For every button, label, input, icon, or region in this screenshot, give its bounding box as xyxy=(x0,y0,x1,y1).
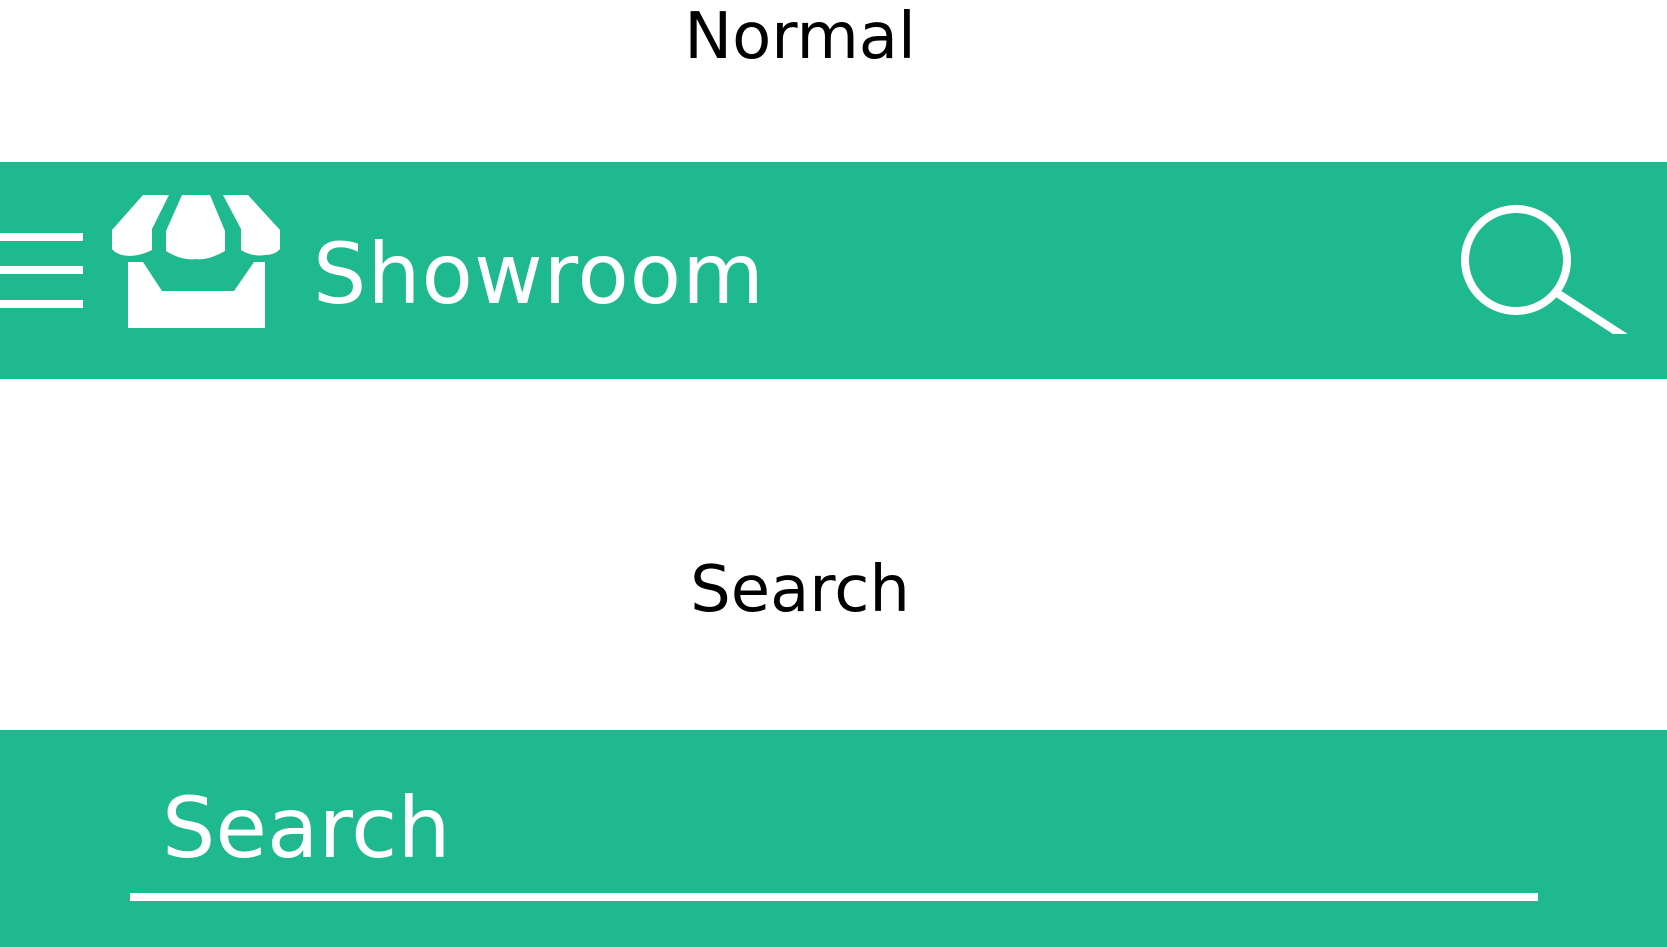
menu-line xyxy=(0,266,83,274)
state-caption-search: Search xyxy=(690,553,910,627)
menu-line xyxy=(0,233,83,241)
search-input[interactable] xyxy=(130,780,1538,876)
search-app-bar xyxy=(0,730,1667,947)
state-caption-normal: Normal xyxy=(684,0,916,74)
app-bar: Showroom xyxy=(0,162,1667,379)
app-title: Showroom xyxy=(313,225,765,323)
hamburger-menu-icon[interactable] xyxy=(0,233,83,308)
magnifier-icon[interactable] xyxy=(1460,204,1630,334)
search-input-underline xyxy=(130,893,1538,901)
menu-line xyxy=(0,300,83,308)
storefront-icon xyxy=(112,195,280,328)
